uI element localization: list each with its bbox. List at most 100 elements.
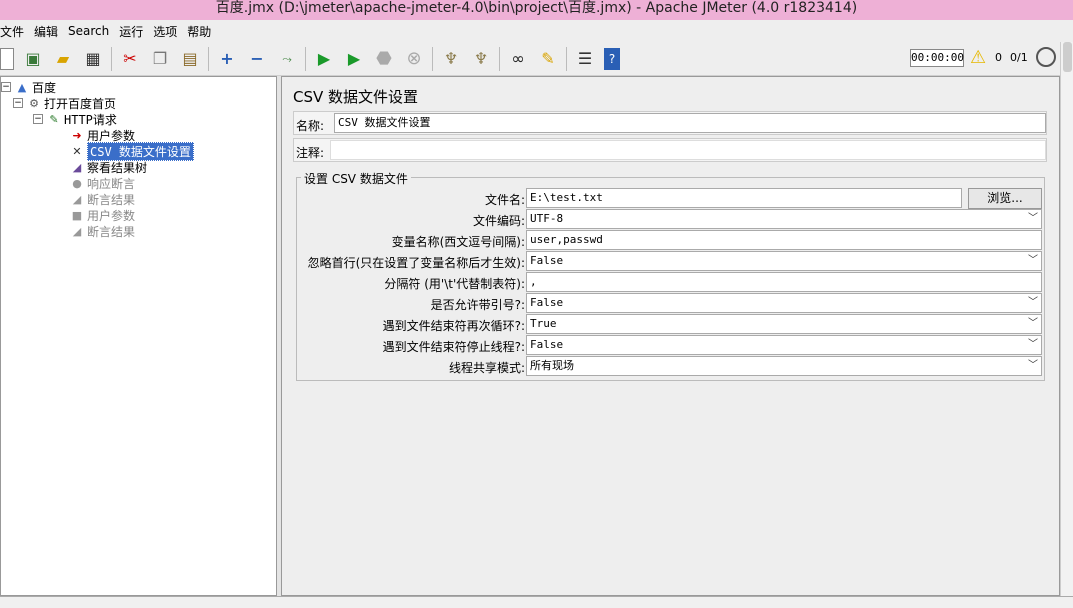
delimiter-input[interactable]: , [526, 272, 1042, 292]
browse-button[interactable]: 浏览... [968, 188, 1042, 209]
recycle-eof-select[interactable]: True ﹀ [526, 314, 1042, 334]
function-list-icon[interactable]: ☰ [574, 48, 596, 70]
stop-thread-eof-select[interactable]: False ﹀ [526, 335, 1042, 355]
allow-quoted-select[interactable]: False ﹀ [526, 293, 1042, 313]
binoculars-icon[interactable]: ∞ [507, 48, 529, 70]
tree-item-user-params-2[interactable]: ■ 用户参数 [69, 207, 135, 223]
assertion-icon: ● [72, 176, 82, 190]
save-icon[interactable]: ▦ [82, 48, 104, 70]
name-label: 名称: [296, 119, 325, 133]
name-row: 名称: CSV 数据文件设置 [293, 111, 1047, 135]
field-allow-quoted: 是否允许带引号?: False ﹀ [297, 293, 1046, 314]
menu-file[interactable]: 文件 [0, 23, 30, 40]
elapsed-timer: 00:00:00 [910, 49, 964, 67]
encoding-value: UTF-8 [530, 212, 564, 225]
comment-label: 注释: [296, 146, 325, 160]
active-threads: 0/1 [1010, 51, 1028, 64]
field-variable-names: 变量名称(西文逗号间隔): user,passwd [297, 230, 1046, 251]
toolbar-separator [111, 46, 112, 71]
chevron-down-icon[interactable]: ﹀ [1028, 252, 1038, 270]
warning-icon[interactable]: ⚠ [970, 47, 986, 68]
variable-names-label: 变量名称(西文逗号间隔): [391, 235, 525, 249]
tree-item-label: 断言结果 [87, 192, 136, 207]
allow-quoted-label: 是否允许带引号?: [430, 298, 525, 312]
field-recycle-eof: 遇到文件结束符再次循环?: True ﹀ [297, 314, 1046, 335]
templates-icon[interactable]: ▣ [22, 48, 44, 70]
chevron-down-icon[interactable]: ﹀ [1028, 336, 1038, 354]
collapse-icon[interactable]: − [33, 114, 43, 124]
tree-item-root[interactable]: − ▲ 百度 [1, 79, 56, 95]
copy-icon[interactable]: ❐ [149, 48, 171, 70]
chevron-down-icon[interactable]: ﹀ [1028, 294, 1038, 312]
collapse-icon[interactable]: − [1, 82, 11, 92]
ignore-first-line-select[interactable]: False ﹀ [526, 251, 1042, 271]
field-sharing-mode: 线程共享模式: 所有现场 ﹀ [297, 356, 1046, 377]
config-panel: CSV 数据文件设置 名称: CSV 数据文件设置 注释: 设置 CSV 数据文… [281, 76, 1060, 596]
csv-settings-group: 设置 CSV 数据文件 文件名: E:\test.txt 浏览... 文件编码:… [296, 170, 1046, 381]
play-icon[interactable]: ▶ [313, 48, 335, 70]
window-scrollbar[interactable] [1060, 42, 1073, 602]
remote-icon[interactable] [1036, 47, 1056, 67]
tree-item-assert-result[interactable]: ◢ 断言结果 [69, 191, 135, 207]
tree-item-label: 打开百度首页 [44, 96, 117, 111]
field-ignore-first-line: 忽略首行(只在设置了变量名称后才生效): False ﹀ [297, 251, 1046, 272]
sharing-mode-select[interactable]: 所有现场 ﹀ [526, 356, 1042, 376]
config-tools-icon: ✕ [72, 144, 82, 158]
open-folder-icon[interactable]: ▰ [52, 48, 74, 70]
gear-icon: ⚙ [29, 96, 39, 110]
encoding-select[interactable]: UTF-8 ﹀ [526, 209, 1042, 229]
sharing-mode-value: 所有现场 [530, 359, 574, 372]
menu-bar: 文件 编辑 Search 运行 选项 帮助 [0, 20, 1073, 42]
chevron-down-icon[interactable]: ﹀ [1028, 315, 1038, 333]
paste-icon[interactable]: ▤ [179, 48, 201, 70]
name-input[interactable]: CSV 数据文件设置 [334, 113, 1046, 133]
ignore-first-line-value: False [530, 254, 564, 267]
toolbar-separator [432, 46, 433, 71]
chevron-down-icon[interactable]: ﹀ [1028, 210, 1038, 228]
main-area: − ▲ 百度 − ⚙ 打开百度首页 − ✎ HTTP请求 ➜ 用户参数 ✕ CS… [0, 76, 1060, 596]
tree-item-thread-group[interactable]: − ⚙ 打开百度首页 [13, 95, 116, 111]
shutdown-icon[interactable]: ⊗ [403, 48, 425, 70]
menu-help[interactable]: 帮助 [187, 23, 217, 40]
group-title: 设置 CSV 数据文件 [301, 170, 411, 187]
window-title: 百度.jmx (D:\jmeter\apache-jmeter-4.0\bin\… [0, 0, 1073, 20]
tree-item-result-tree[interactable]: ◢ 察看结果树 [69, 159, 147, 175]
stop-thread-eof-label: 遇到文件结束符停止线程?: [382, 340, 525, 354]
collapse-icon[interactable]: − [13, 98, 23, 108]
minus-icon[interactable]: − [246, 48, 268, 70]
clear-icon[interactable]: ♆ [440, 48, 462, 70]
listener-icon: ◢ [72, 224, 82, 238]
chevron-down-icon[interactable]: ﹀ [1028, 357, 1038, 375]
menu-run[interactable]: 运行 [119, 23, 149, 40]
preprocessor-icon: ■ [71, 208, 83, 222]
encoding-label: 文件编码: [472, 214, 525, 228]
help-icon[interactable]: ? [604, 47, 620, 70]
tree-item-response-assert[interactable]: ● 响应断言 [69, 175, 135, 191]
comment-input[interactable] [330, 140, 1046, 160]
recycle-eof-value: True [530, 317, 557, 330]
tree-item-assert-result-2[interactable]: ◢ 断言结果 [69, 223, 135, 239]
cut-icon[interactable]: ✂ [119, 48, 141, 70]
toggle-icon[interactable]: ⤳ [276, 48, 298, 70]
scrollbar-thumb[interactable] [1063, 42, 1072, 72]
toolbar-separator [499, 46, 500, 71]
menu-options[interactable]: 选项 [153, 23, 183, 40]
tree-item-label: 用户参数 [87, 208, 136, 223]
tree-item-csv-config[interactable]: ✕ CSV 数据文件设置 [69, 141, 194, 161]
stop-thread-eof-value: False [530, 338, 564, 351]
play-no-pause-icon[interactable]: ▶ [343, 48, 365, 70]
plus-icon[interactable]: + [216, 48, 238, 70]
tree-item-http-request[interactable]: − ✎ HTTP请求 [33, 111, 117, 127]
menu-search[interactable]: Search [68, 24, 115, 38]
toolbar-separator [208, 46, 209, 71]
test-plan-tree: − ▲ 百度 − ⚙ 打开百度首页 − ✎ HTTP请求 ➜ 用户参数 ✕ CS… [0, 76, 277, 596]
new-file-icon[interactable] [0, 47, 14, 70]
broom-icon[interactable]: ✎ [537, 48, 559, 70]
menu-edit[interactable]: 编辑 [34, 23, 64, 40]
variable-names-input[interactable]: user,passwd [526, 230, 1042, 250]
status-bar [0, 596, 1073, 608]
comment-row: 注释: [293, 138, 1047, 162]
filename-input[interactable]: E:\test.txt [526, 188, 962, 208]
clear-all-icon[interactable]: ♆ [470, 48, 492, 70]
stop-icon[interactable]: ⬣ [373, 48, 395, 70]
